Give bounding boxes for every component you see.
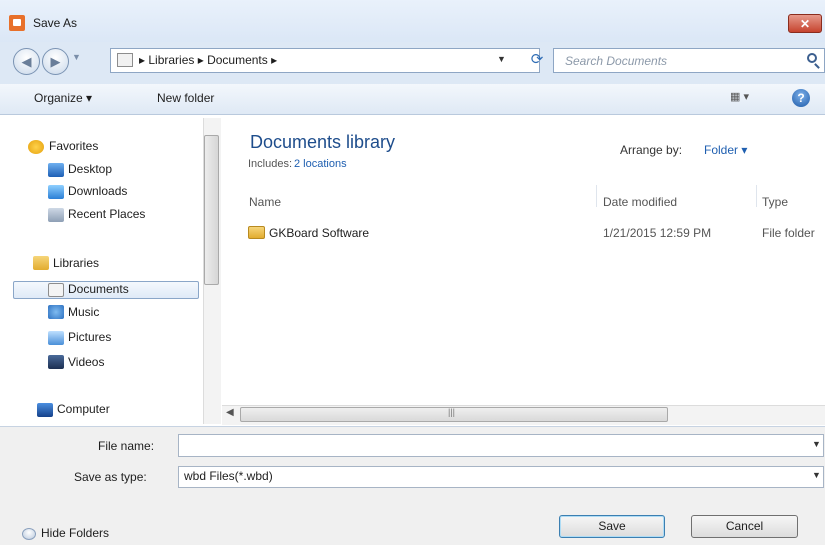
close-button[interactable]: ✕ bbox=[788, 14, 822, 33]
file-date-modified: 1/21/2015 12:59 PM bbox=[603, 226, 712, 240]
downloads-icon bbox=[48, 185, 64, 199]
column-header-name[interactable]: Name bbox=[249, 195, 281, 209]
save-as-type-value[interactable]: wbd Files(*.wbd) bbox=[184, 469, 273, 483]
sidebar-item-music[interactable]: Music bbox=[68, 305, 99, 319]
chevron-up-icon[interactable] bbox=[22, 528, 36, 540]
sidebar-item-desktop[interactable]: Desktop bbox=[68, 162, 112, 176]
search-box[interactable]: Search Documents bbox=[553, 48, 825, 73]
library-icon bbox=[117, 53, 133, 67]
recent-pages-dropdown-icon[interactable]: ▼ bbox=[72, 52, 81, 62]
sidebar-item-favorites[interactable]: Favorites bbox=[49, 139, 98, 153]
scroll-grip-icon: ||| bbox=[448, 407, 456, 417]
hide-folders-button[interactable]: Hide Folders bbox=[41, 526, 109, 540]
file-name-label: File name: bbox=[98, 439, 155, 453]
sidebar-item-recent-places[interactable]: Recent Places bbox=[68, 207, 145, 221]
search-input[interactable]: Search Documents bbox=[565, 54, 667, 68]
file-name-dropdown-icon[interactable]: ▼ bbox=[812, 439, 821, 449]
back-button[interactable]: ◀ bbox=[13, 48, 40, 75]
help-icon[interactable]: ? bbox=[792, 89, 810, 107]
new-folder-button[interactable]: New folder bbox=[157, 91, 214, 105]
videos-icon bbox=[48, 355, 64, 369]
pictures-icon bbox=[48, 331, 64, 345]
command-toolbar bbox=[0, 84, 825, 115]
file-name[interactable]: GKBoard Software bbox=[269, 226, 369, 240]
address-dropdown-icon[interactable]: ▼ bbox=[497, 54, 506, 64]
star-icon bbox=[28, 140, 44, 154]
file-type: File folder bbox=[762, 226, 815, 240]
library-title: Documents library bbox=[250, 132, 396, 152]
sidebar-item-documents[interactable]: Documents bbox=[68, 282, 129, 296]
column-header-type[interactable]: Type bbox=[762, 195, 788, 209]
change-view-button[interactable]: ▦ ▾ bbox=[730, 90, 772, 108]
recent-places-icon bbox=[48, 208, 64, 222]
navigation-pane-scroll-thumb[interactable] bbox=[204, 135, 219, 285]
sidebar-item-videos[interactable]: Videos bbox=[68, 355, 104, 369]
library-locations-link[interactable]: 2 locations bbox=[294, 158, 347, 170]
sidebar-item-libraries[interactable]: Libraries bbox=[53, 256, 99, 270]
arrange-by-dropdown[interactable]: Folder ▾ bbox=[704, 143, 747, 157]
save-as-type-label: Save as type: bbox=[74, 470, 147, 484]
file-name-field[interactable] bbox=[178, 434, 824, 457]
refresh-icon[interactable]: ⟳ bbox=[525, 49, 549, 71]
organize-button[interactable]: Organize ▾ bbox=[34, 91, 92, 105]
documents-icon bbox=[48, 283, 64, 297]
save-as-type-select[interactable] bbox=[178, 466, 824, 488]
search-icon[interactable] bbox=[807, 53, 817, 63]
arrange-by-label: Arrange by: bbox=[620, 143, 683, 157]
title-bar bbox=[0, 0, 825, 42]
forward-button[interactable]: ▶ bbox=[42, 48, 69, 75]
sidebar-item-computer[interactable]: Computer bbox=[57, 402, 110, 416]
sidebar-item-downloads[interactable]: Downloads bbox=[68, 184, 127, 198]
computer-icon bbox=[37, 403, 53, 417]
column-header-date-modified[interactable]: Date modified bbox=[603, 195, 677, 209]
music-icon bbox=[48, 305, 64, 319]
column-separator[interactable] bbox=[756, 185, 757, 207]
window-title: Save As bbox=[33, 16, 78, 30]
save-as-type-dropdown-icon[interactable]: ▼ bbox=[812, 470, 821, 480]
breadcrumb[interactable]: ▸ Libraries ▸ Documents ▸ bbox=[139, 53, 277, 67]
desktop-icon bbox=[48, 163, 64, 177]
folder-icon bbox=[248, 226, 265, 239]
app-icon bbox=[9, 15, 25, 31]
libraries-icon bbox=[33, 256, 49, 270]
address-bar[interactable]: ▸ Libraries ▸ Documents ▸ ▼ bbox=[110, 48, 540, 73]
cancel-button[interactable]: Cancel bbox=[691, 515, 798, 538]
scroll-left-arrow-icon[interactable]: ◀ bbox=[226, 407, 234, 418]
library-includes-label: Includes: bbox=[248, 158, 293, 170]
save-button[interactable]: Save bbox=[559, 515, 665, 538]
column-separator[interactable] bbox=[596, 185, 597, 207]
sidebar-item-pictures[interactable]: Pictures bbox=[68, 330, 111, 344]
